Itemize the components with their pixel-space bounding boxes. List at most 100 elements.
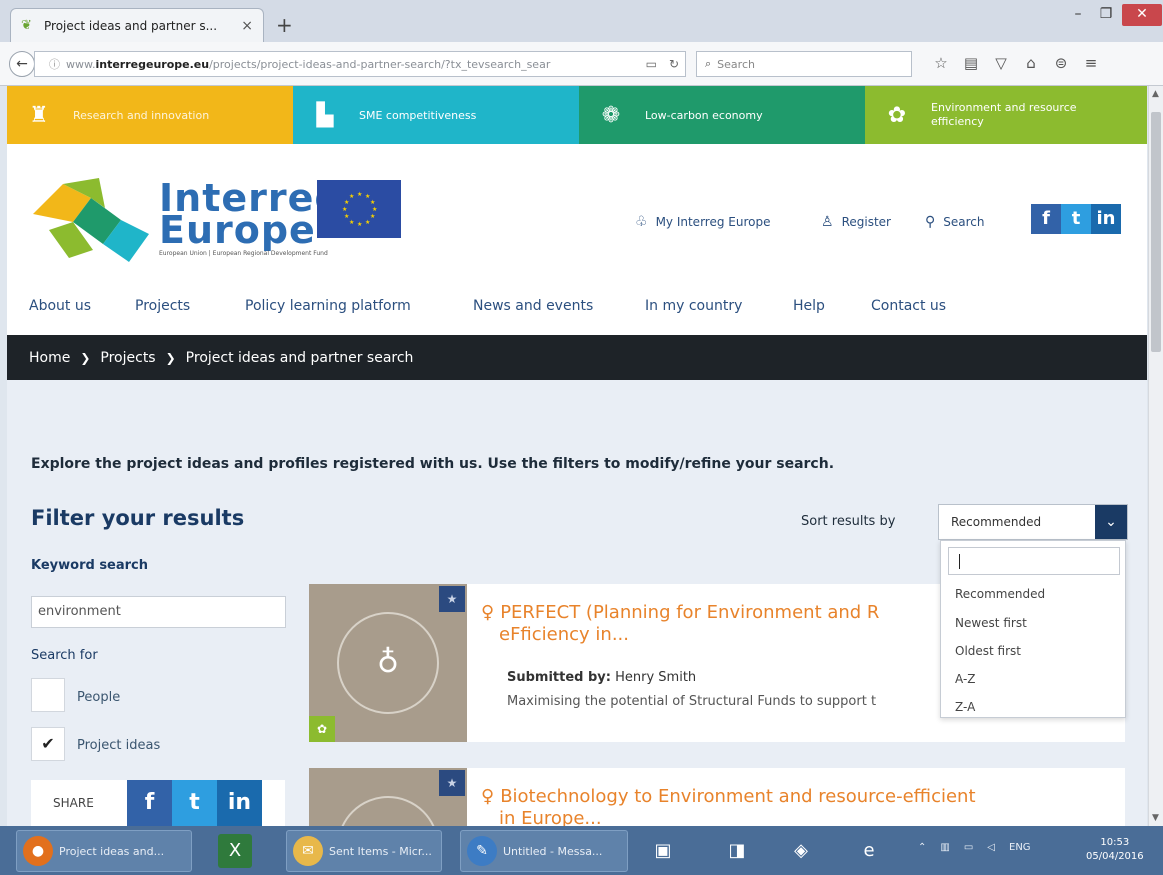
bookmark-star-icon[interactable]: ☆: [926, 54, 956, 72]
topic-environment[interactable]: ✿ Environment and resource efficiency: [865, 86, 1147, 144]
menu-icon[interactable]: ≡: [1076, 54, 1106, 72]
facebook-icon[interactable]: f: [1031, 204, 1061, 234]
linkedin-icon[interactable]: in: [1091, 204, 1121, 234]
chevron-down-icon[interactable]: ⌄: [1095, 505, 1127, 539]
logo-line-2: Europe: [159, 208, 316, 252]
minimize-button[interactable]: –: [1065, 4, 1091, 26]
keyword-search-input[interactable]: environment: [31, 596, 286, 628]
reader-view-icon[interactable]: ▭: [646, 57, 657, 71]
internet-explorer-icon[interactable]: e: [852, 834, 886, 868]
taskbar-message[interactable]: ✎ Untitled - Messa...: [460, 830, 628, 872]
address-bar[interactable]: ⓘ www.interregeurope.eu/projects/project…: [34, 51, 686, 77]
people-label[interactable]: People: [77, 690, 120, 705]
result-title[interactable]: ♀ Biotechnology to Environment and resour…: [481, 786, 1121, 826]
page-scrollbar[interactable]: ▲ ▼: [1148, 86, 1163, 826]
main-navigation: About us Projects Policy learning platfo…: [7, 294, 1147, 322]
tab-close-icon[interactable]: ×: [241, 18, 253, 34]
close-window-button[interactable]: ✕: [1122, 4, 1162, 26]
network-icon[interactable]: ▥: [940, 842, 949, 853]
language-indicator[interactable]: ENG: [1009, 842, 1031, 853]
svg-text:★: ★: [357, 221, 362, 228]
system-tray: ⌃ ▥ ▭ ◁ ENG: [918, 842, 1031, 853]
nav-help[interactable]: Help: [793, 298, 825, 314]
svg-text:★: ★: [349, 193, 354, 200]
network-app-icon[interactable]: ◈: [784, 834, 818, 868]
lighthouse-icon: ♜: [29, 102, 49, 128]
nav-news-and-events[interactable]: News and events: [473, 298, 593, 314]
sort-option-a-z[interactable]: A-Z: [955, 672, 976, 686]
logo-wordmark[interactable]: Interreg Europe: [159, 179, 343, 252]
clock-date: 05/04/2016: [1086, 851, 1144, 862]
topic-low-carbon[interactable]: ❁ Low-carbon economy: [579, 86, 865, 144]
explorer-icon[interactable]: ▣: [646, 834, 680, 868]
my-interreg-label: My Interreg Europe: [655, 215, 771, 229]
taskbar-item-label: Project ideas and...: [59, 844, 165, 858]
reload-icon[interactable]: ↻: [669, 57, 679, 71]
sync-icon[interactable]: ⊜: [1046, 54, 1076, 72]
scrollbar-thumb[interactable]: [1151, 112, 1161, 352]
nav-in-my-country[interactable]: In my country: [645, 298, 742, 314]
share-facebook-icon[interactable]: f: [127, 780, 172, 826]
svg-text:★: ★: [372, 206, 377, 213]
my-interreg-link[interactable]: ♧ My Interreg Europe: [635, 214, 770, 230]
taskbar-outlook[interactable]: ✉ Sent Items - Micr...: [286, 830, 442, 872]
sort-select[interactable]: Recommended ⌄: [938, 504, 1128, 540]
sort-option-z-a[interactable]: Z-A: [955, 700, 975, 714]
twitter-icon[interactable]: t: [1061, 204, 1091, 234]
svg-text:★: ★: [344, 213, 349, 220]
back-button[interactable]: ←: [9, 51, 35, 77]
battery-icon[interactable]: ▭: [964, 842, 973, 853]
svg-text:★: ★: [342, 206, 347, 213]
sort-label: Sort results by: [801, 514, 896, 529]
info-icon[interactable]: ⓘ: [49, 56, 60, 72]
people-checkbox[interactable]: [31, 678, 65, 712]
excel-icon[interactable]: X: [218, 834, 252, 868]
app-icon[interactable]: ◨: [720, 834, 754, 868]
intro-text: Explore the project ideas and profiles r…: [31, 456, 835, 472]
nav-projects[interactable]: Projects: [135, 298, 190, 314]
tray-arrow-icon[interactable]: ⌃: [918, 842, 926, 853]
breadcrumb-projects[interactable]: Projects: [100, 350, 155, 366]
taskbar-firefox[interactable]: ● Project ideas and...: [16, 830, 192, 872]
browser-tab[interactable]: ❦ Project ideas and partner s... ×: [10, 8, 264, 42]
new-tab-button[interactable]: +: [276, 13, 293, 37]
register-link[interactable]: ♙ Register: [821, 214, 891, 230]
filter-title: Filter your results: [31, 506, 245, 530]
project-ideas-checkbox[interactable]: ✔: [31, 727, 65, 761]
scroll-down-icon[interactable]: ▼: [1152, 813, 1159, 823]
pocket-icon[interactable]: ▽: [986, 54, 1016, 72]
plant-icon: ✿: [887, 102, 907, 128]
result-submitted-by: Submitted by: Henry Smith: [507, 670, 697, 685]
topic-sme-competitiveness[interactable]: ▙ SME competitiveness: [293, 86, 579, 144]
sort-option-recommended[interactable]: Recommended: [955, 587, 1045, 601]
sort-option-newest[interactable]: Newest first: [955, 616, 1027, 630]
home-icon[interactable]: ⌂: [1016, 54, 1046, 72]
project-ideas-label[interactable]: Project ideas: [77, 738, 160, 753]
interreg-logo-shape[interactable]: [33, 178, 149, 262]
volume-icon[interactable]: ◁: [987, 842, 995, 853]
header-search-link[interactable]: ⚲ Search: [925, 214, 985, 230]
sort-dropdown-search-input[interactable]: [948, 547, 1120, 575]
clock[interactable]: 10:53 05/04/2016: [1086, 836, 1144, 864]
scroll-up-icon[interactable]: ▲: [1152, 89, 1159, 99]
topic-research-innovation[interactable]: ♜ Research and innovation: [7, 86, 293, 144]
browser-toolbar-icons: ☆ ▤ ▽ ⌂ ⊜ ≡: [926, 54, 1106, 72]
svg-text:★: ★: [344, 199, 349, 206]
nav-about-us[interactable]: About us: [29, 298, 91, 314]
breadcrumb-current: Project ideas and partner search: [185, 349, 414, 366]
sort-option-oldest[interactable]: Oldest first: [955, 644, 1021, 658]
maximize-button[interactable]: ❐: [1093, 4, 1119, 26]
result-card[interactable]: ★ ♀ Biotechnology to Environment and reso…: [309, 768, 1125, 826]
breadcrumb-home[interactable]: Home: [29, 350, 70, 366]
star-icon[interactable]: ★: [439, 586, 465, 612]
star-icon[interactable]: ★: [439, 770, 465, 796]
search-icon: ⌕: [705, 57, 712, 70]
share-twitter-icon[interactable]: t: [172, 780, 217, 826]
browser-search-field[interactable]: ⌕ Search: [696, 51, 912, 77]
eu-flag-icon: ★ ★★★ ★★★★ ★★★★: [317, 180, 401, 238]
bookmarks-list-icon[interactable]: ▤: [956, 54, 986, 72]
nav-policy-learning-platform[interactable]: Policy learning platform: [245, 298, 411, 314]
nav-contact-us[interactable]: Contact us: [871, 298, 946, 314]
share-linkedin-icon[interactable]: in: [217, 780, 262, 826]
browser-search-placeholder: Search: [717, 57, 755, 71]
